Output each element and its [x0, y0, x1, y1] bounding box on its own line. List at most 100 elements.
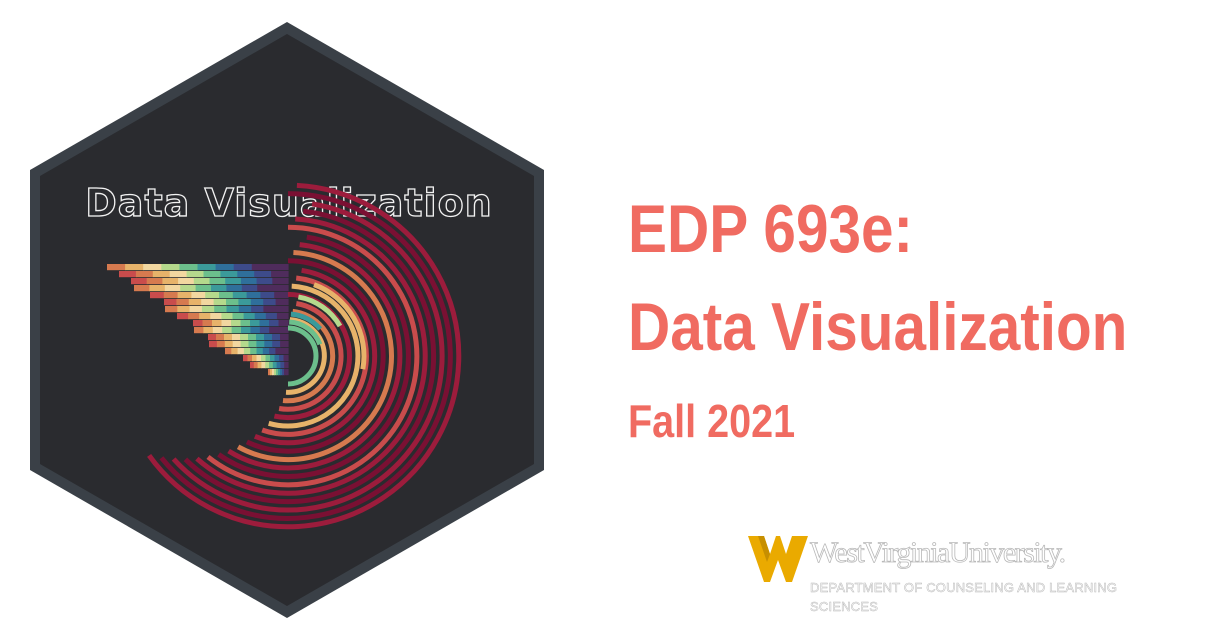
art-stripe-cell	[280, 341, 289, 348]
art-stripe-cell	[276, 313, 289, 320]
art-stripe-cell	[256, 355, 262, 362]
art-stripe-cell	[257, 362, 262, 369]
art-stripe-cell	[248, 341, 257, 348]
art-stripe-cell	[284, 362, 289, 369]
art-stripe-cell	[286, 369, 289, 376]
art-stripe-cell	[238, 306, 252, 313]
art-stripe-cell	[216, 341, 226, 348]
art-stripe-cell	[259, 327, 270, 334]
art-stripe-cell	[259, 320, 270, 327]
art-stripe-cell	[241, 327, 251, 334]
art-stripe-cell	[226, 299, 239, 306]
art-stripe-cell	[252, 355, 258, 362]
art-stripe-cell	[169, 271, 188, 278]
art-stripe-cell	[251, 264, 271, 271]
art-stripe-cell	[199, 313, 211, 320]
art-stripe-cell	[251, 306, 264, 313]
art-stripe-cell	[226, 306, 240, 313]
art-stripe-cell	[250, 299, 264, 306]
art-stripe-cell	[219, 292, 234, 299]
art-stripe-cell	[269, 327, 280, 334]
art-stripe-cell	[256, 341, 265, 348]
art-stripe-cell	[178, 278, 195, 285]
art-stripe-cell	[225, 348, 232, 355]
art-stripe-cell	[276, 362, 281, 369]
art-stripe-cell	[265, 355, 271, 362]
art-stripe-cell	[216, 334, 225, 341]
art-stripe-cell	[231, 320, 242, 327]
art-stripe-cell	[222, 327, 233, 334]
art-stripe-cell	[179, 264, 199, 271]
art-stripe-cell	[265, 313, 278, 320]
art-stripe-cell	[256, 278, 273, 285]
art-stripe-cell	[195, 285, 212, 292]
art-stripe-cell	[176, 299, 190, 306]
art-stripe-cell	[274, 292, 289, 299]
art-stripe-cell	[209, 341, 218, 348]
art-stripe-cell	[260, 292, 275, 299]
art-stripe-cell	[264, 341, 273, 348]
art-stripe-cell	[146, 278, 163, 285]
art-stripe-cell	[232, 341, 242, 348]
art-stripe-cell	[231, 327, 242, 334]
art-stripe-cell	[272, 362, 278, 369]
art-stripe-cell	[243, 348, 251, 355]
art-stripe-cell	[263, 306, 277, 313]
art-stripe-cell	[256, 334, 265, 341]
art-stripe-cell	[220, 271, 238, 278]
art-stripe-cell	[177, 306, 191, 313]
art-stripe-cell	[221, 320, 232, 327]
art-stripe-cell	[281, 348, 289, 355]
art-stripe-cell	[247, 355, 253, 362]
art-stripe-cell	[194, 327, 204, 334]
art-stripe-cell	[177, 292, 192, 299]
art-stripe-cell	[162, 278, 179, 285]
art-stripe-cell	[208, 334, 217, 341]
art-stripe-cell	[232, 313, 245, 320]
art-stripe-cell	[269, 264, 289, 271]
art-stripe-cell	[212, 320, 223, 327]
art-stripe-cell	[279, 355, 285, 362]
art-stripe-cell	[119, 271, 137, 278]
art-stripe-cell	[278, 327, 289, 334]
university-name: WestVirginiaUniversity.	[810, 536, 1067, 570]
art-stripe-cell	[165, 306, 178, 313]
art-stripe-cell	[224, 341, 234, 348]
art-stripe-cell	[164, 285, 181, 292]
art-stripe-cell	[205, 292, 220, 299]
art-stripe-cell	[193, 278, 211, 285]
art-stripe-cell	[254, 313, 267, 320]
art-stripe-cell	[257, 285, 274, 292]
art-stripe-cell	[250, 362, 255, 369]
art-stripe-cell	[201, 306, 215, 313]
art-stripe-cell	[232, 292, 248, 299]
art-stripe-cell	[269, 348, 276, 355]
art-stripe-cell	[263, 299, 277, 306]
art-stripe-cell	[143, 264, 162, 271]
art-stripe-cell	[248, 334, 257, 341]
course-term: Fall 2021	[628, 395, 796, 447]
art-stripe-cell	[283, 355, 289, 362]
art-stripe-cell	[243, 313, 256, 320]
art-stripe-cell	[240, 320, 251, 327]
art-stripe-cell	[264, 334, 273, 341]
art-stripe-cell	[271, 271, 289, 278]
art-stripe-cell	[280, 334, 289, 341]
art-stripe-cell	[272, 285, 289, 292]
art-stripe-cell	[275, 299, 289, 306]
art-stripe-cell	[233, 264, 253, 271]
art-stripe-cell	[203, 327, 214, 334]
art-stripe-cell	[225, 278, 242, 285]
art-stripe-cell	[240, 278, 258, 285]
art-stripe-cell	[209, 278, 226, 285]
art-stripe-cell	[254, 271, 272, 278]
art-stripe-cell	[274, 355, 280, 362]
art-stripe-cell	[224, 334, 233, 341]
art-stripe-cell	[197, 264, 217, 271]
art-stripe-cell	[238, 299, 252, 306]
art-stripe-cell	[186, 271, 205, 278]
art-stripe-cell	[163, 292, 179, 299]
art-stripe-cell	[203, 271, 221, 278]
art-stripe-cell	[149, 285, 166, 292]
art-stripe-cell	[272, 341, 281, 348]
